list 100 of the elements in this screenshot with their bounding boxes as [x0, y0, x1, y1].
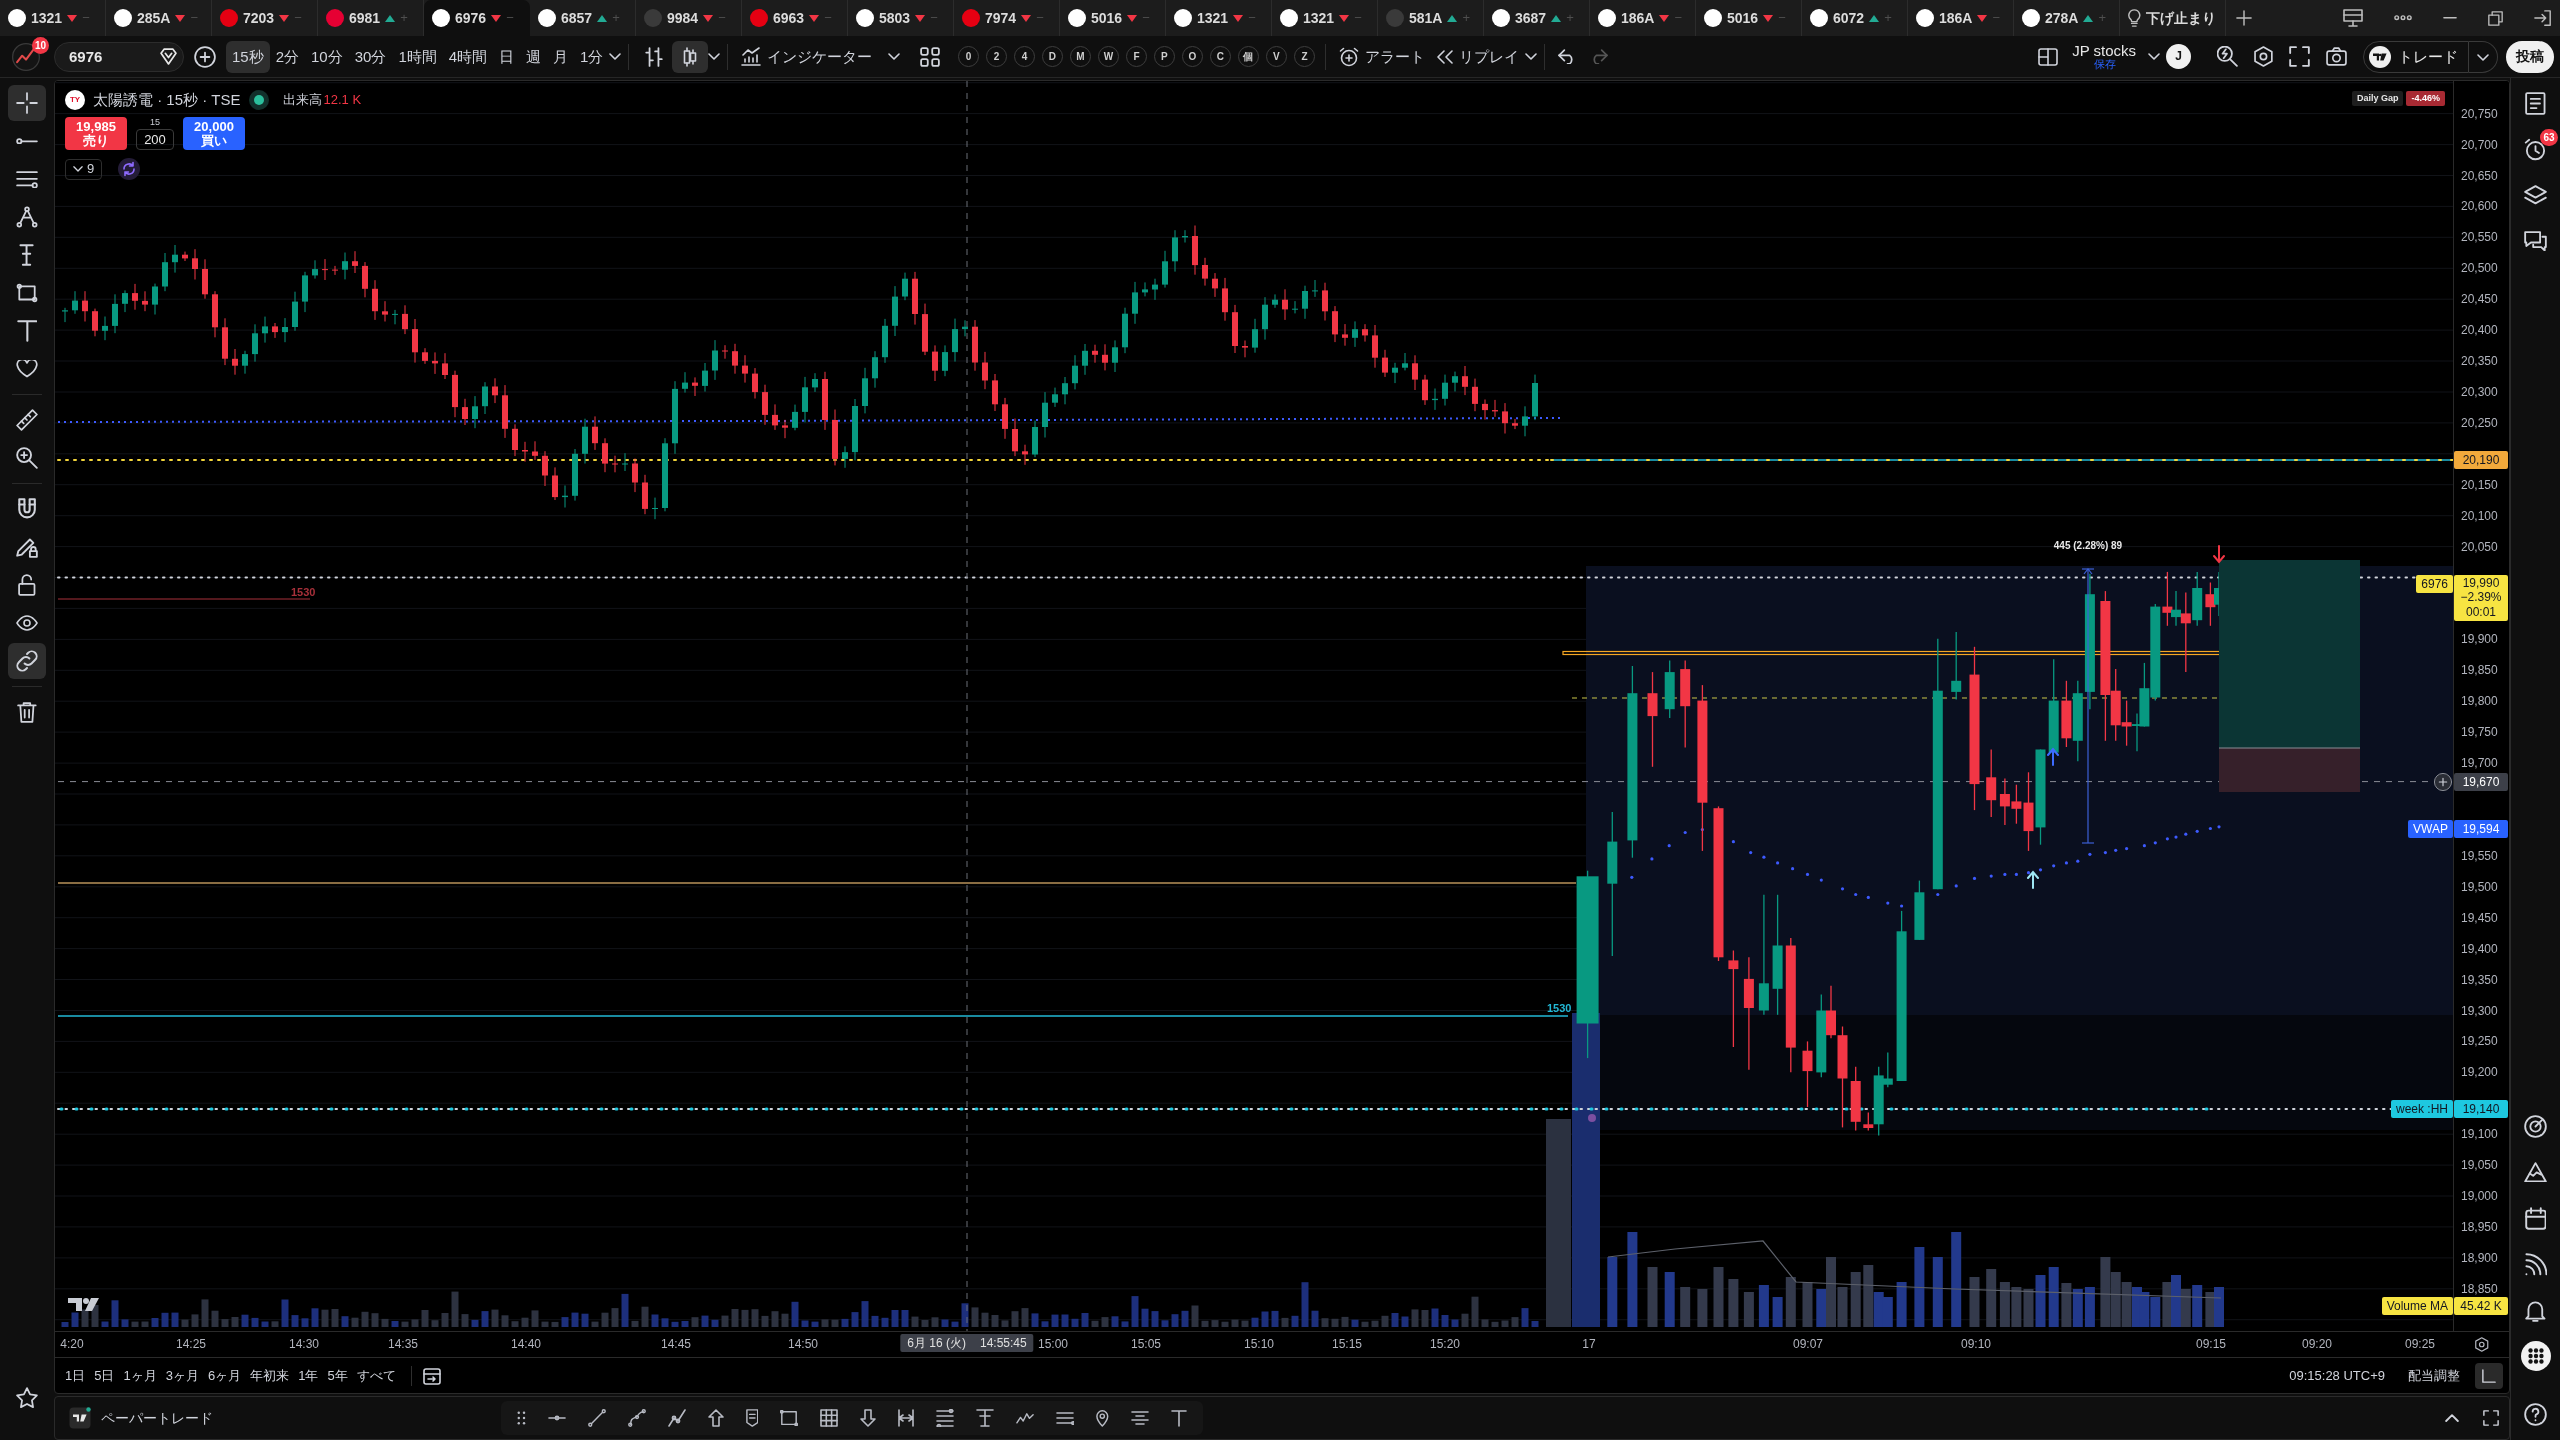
- chart-style-button[interactable]: [672, 40, 709, 73]
- price-label: 20,550: [2461, 230, 2498, 245]
- interval-button[interactable]: 月: [547, 40, 575, 73]
- settings-icon[interactable]: [2254, 46, 2273, 67]
- table-icon[interactable]: [820, 1409, 839, 1427]
- range-button[interactable]: 5日: [90, 1364, 119, 1387]
- price-label: 19,400: [2461, 941, 2498, 956]
- symbol-logo: TY: [65, 90, 85, 110]
- target-icon[interactable]: [2524, 1114, 2547, 1138]
- range-button[interactable]: すべて: [352, 1364, 400, 1387]
- panel-title[interactable]: ペーパートレード: [101, 1409, 213, 1427]
- alert-button[interactable]: アラート: [1333, 40, 1432, 73]
- range-button[interactable]: 1ヶ月: [119, 1364, 161, 1387]
- arrow-up-icon[interactable]: [707, 1409, 724, 1427]
- caret-icon[interactable]: [708, 53, 721, 60]
- chat-icon[interactable]: [2524, 230, 2547, 252]
- date-range-icon[interactable]: [898, 1409, 915, 1427]
- range-button[interactable]: 6ヶ月: [203, 1364, 246, 1387]
- interval-button[interactable]: 1時間: [392, 40, 443, 73]
- more-icon[interactable]: [2394, 15, 2412, 21]
- wave-icon[interactable]: [1016, 1411, 1035, 1425]
- mountain-icon[interactable]: [2524, 1161, 2547, 1183]
- arrow-down-icon[interactable]: [860, 1409, 877, 1427]
- range-button[interactable]: 5年: [323, 1364, 352, 1387]
- text-icon[interactable]: [1171, 1409, 1187, 1427]
- rss-icon[interactable]: [2524, 1252, 2547, 1276]
- interval-button[interactable]: 2分: [269, 40, 306, 73]
- apps-icon[interactable]: [2520, 1341, 2551, 1371]
- caret-icon[interactable]: [2148, 53, 2161, 60]
- interval-button[interactable]: 日: [493, 40, 521, 73]
- price-label: 19,900: [2461, 632, 2498, 647]
- caret-icon[interactable]: [888, 53, 901, 60]
- monitor-icon[interactable]: [2343, 9, 2363, 27]
- logo-icon: [69, 1407, 91, 1429]
- interval-button[interactable]: 1分: [574, 40, 610, 73]
- price-label: 20,600: [2461, 199, 2498, 214]
- new-tab-icon[interactable]: [2236, 10, 2252, 26]
- label-icon[interactable]: [745, 1409, 759, 1427]
- text-align-icon[interactable]: [1131, 1411, 1149, 1425]
- price-label: 19,450: [2461, 910, 2498, 925]
- user-avatar[interactable]: J: [2166, 44, 2192, 69]
- tool-button[interactable]: [8, 643, 46, 679]
- caret-icon[interactable]: [609, 53, 622, 60]
- settings-icon[interactable]: [2475, 1337, 2489, 1352]
- maximize-icon[interactable]: [2483, 1410, 2499, 1426]
- tool-button[interactable]: [8, 85, 46, 121]
- calendar-icon[interactable]: [2524, 1206, 2547, 1230]
- redo-icon[interactable]: [1590, 48, 1609, 65]
- range-button[interactable]: 1年: [294, 1364, 323, 1387]
- layers-icon[interactable]: [2524, 184, 2547, 206]
- symbol-search-field[interactable]: 6976: [54, 41, 184, 72]
- caret-up-icon[interactable]: [2445, 1413, 2459, 1423]
- quick-search-icon[interactable]: [2217, 46, 2239, 67]
- grid-icon[interactable]: [920, 46, 941, 67]
- time-label: 09:20: [2302, 1337, 2332, 1351]
- drag-handle-icon[interactable]: [517, 1411, 526, 1425]
- calendar-icon[interactable]: [422, 1366, 441, 1385]
- rectangle-icon: [16, 283, 38, 303]
- curve-icon[interactable]: [627, 1409, 646, 1427]
- minimize-icon[interactable]: [2443, 16, 2457, 20]
- add-symbol-icon[interactable]: [194, 45, 216, 68]
- interval-button[interactable]: 15秒: [226, 40, 270, 73]
- help-icon[interactable]: [2524, 1402, 2547, 1426]
- restore-icon[interactable]: [2488, 10, 2503, 26]
- trend-line-icon[interactable]: [587, 1409, 606, 1427]
- time-label: 14:30: [289, 1337, 319, 1351]
- horizontal-line-icon[interactable]: [547, 1415, 566, 1421]
- price-label: 19,200: [2461, 1065, 2498, 1080]
- map-pin-icon[interactable]: [1096, 1409, 1109, 1427]
- range-button[interactable]: 1日: [61, 1364, 90, 1387]
- rectangle-icon[interactable]: [780, 1409, 799, 1427]
- range-button[interactable]: 3ヶ月: [161, 1364, 203, 1387]
- interval-button[interactable]: 10分: [305, 40, 349, 73]
- lines-icon[interactable]: [1056, 1411, 1075, 1425]
- adjust-button[interactable]: 配当調整: [2404, 1364, 2464, 1387]
- ohlc-bars-icon: [644, 46, 665, 67]
- interval-button[interactable]: 4時間: [442, 40, 494, 73]
- path-icon[interactable]: [667, 1409, 686, 1427]
- layout-icon[interactable]: [2038, 47, 2059, 66]
- layout-menu-button[interactable]: JP stocks 保存: [2068, 42, 2141, 71]
- interval-button[interactable]: 週: [520, 40, 548, 73]
- star-icon: [16, 1387, 38, 1409]
- watchlist-icon[interactable]: [2525, 91, 2546, 115]
- price-label: 19,550: [2461, 848, 2498, 863]
- corner-button[interactable]: [2475, 1362, 2503, 1389]
- exit-icon[interactable]: [2534, 9, 2552, 27]
- fullscreen-icon[interactable]: [2289, 46, 2310, 67]
- chart-tab[interactable]: 6976 −: [424, 0, 530, 36]
- camera-icon[interactable]: [2326, 47, 2347, 66]
- t-bar-icon[interactable]: [976, 1409, 995, 1427]
- range-button[interactable]: 年初来: [246, 1364, 294, 1387]
- caret-icon[interactable]: [1525, 53, 1538, 60]
- publish-button[interactable]: 投稿: [2506, 40, 2554, 73]
- price-label: 18,900: [2461, 1250, 2498, 1265]
- price-tag: 19,140: [2454, 1100, 2508, 1119]
- replay-button[interactable]: リプレイ: [1431, 40, 1526, 73]
- price-label: 19,750: [2461, 725, 2498, 740]
- interval-button[interactable]: 30分: [348, 40, 393, 73]
- indicators-button[interactable]: インジケーター: [735, 40, 879, 73]
- fib-lines-icon[interactable]: [936, 1409, 955, 1427]
